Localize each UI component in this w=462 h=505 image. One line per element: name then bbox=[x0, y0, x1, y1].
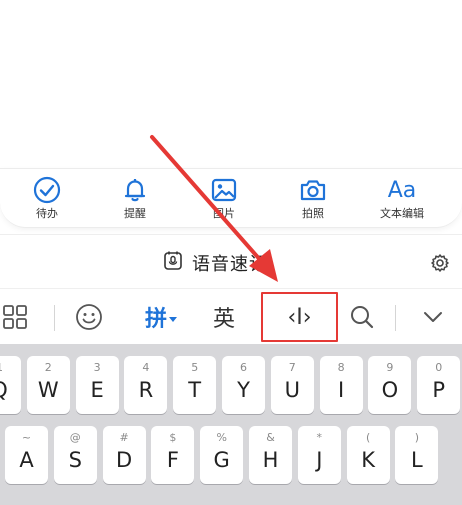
key-hint: # bbox=[119, 431, 129, 444]
key-label: W bbox=[37, 378, 59, 402]
key-label: H bbox=[262, 448, 279, 472]
divider bbox=[0, 234, 462, 235]
key-hint: 5 bbox=[191, 361, 199, 374]
reminder-label: 提醒 bbox=[124, 207, 146, 220]
english-label: 英 bbox=[212, 307, 235, 332]
key-label: K bbox=[361, 448, 375, 472]
key-label: G bbox=[213, 448, 230, 472]
key-s[interactable]: @ S bbox=[53, 426, 97, 484]
key-hint: ) bbox=[414, 431, 420, 444]
key-label: L bbox=[411, 448, 423, 472]
gear-icon[interactable] bbox=[430, 253, 450, 277]
key-d[interactable]: # D bbox=[102, 426, 146, 484]
image-label: 图片 bbox=[213, 207, 235, 220]
text-edit-label: 文本编辑 bbox=[380, 207, 424, 220]
key-hint: 6 bbox=[240, 361, 247, 374]
key-hint: 8 bbox=[337, 361, 345, 374]
keyboard: 1Q2W3E4R5T6Y7U8I9O0P ~A@S#D$F%G&H*J(K)L bbox=[0, 344, 462, 505]
key-label: J bbox=[316, 448, 323, 472]
english-button[interactable]: 英 bbox=[202, 289, 246, 345]
key-label: F bbox=[166, 448, 179, 472]
bell-icon bbox=[95, 175, 175, 205]
key-hint: 7 bbox=[288, 361, 296, 374]
camera-icon bbox=[273, 175, 353, 205]
key-e[interactable]: 3E bbox=[75, 356, 119, 414]
key-w[interactable]: 2W bbox=[26, 356, 70, 414]
key-g[interactable]: % G bbox=[200, 426, 244, 484]
key-q[interactable]: 1Q bbox=[0, 356, 21, 414]
key-hint: 9 bbox=[386, 361, 394, 374]
voice-note-bar[interactable]: 语音速记 bbox=[0, 240, 462, 286]
key-o[interactable]: 9O bbox=[368, 356, 412, 414]
pinyin-button[interactable]: 拼 bbox=[138, 289, 184, 345]
camera-label: 拍照 bbox=[302, 207, 324, 220]
todo-button[interactable]: 待办 bbox=[7, 175, 87, 221]
key-label: Y bbox=[237, 378, 250, 402]
key-y[interactable]: 6Y bbox=[222, 356, 265, 414]
camera-button[interactable]: 拍照 bbox=[273, 175, 353, 221]
key-hint: % bbox=[216, 431, 227, 444]
highlight-box bbox=[261, 292, 338, 342]
key-hint: 2 bbox=[44, 361, 52, 374]
image-button[interactable]: 图片 bbox=[184, 175, 264, 221]
todo-label: 待办 bbox=[36, 207, 58, 220]
key-hint: * bbox=[316, 431, 323, 444]
key-label: U bbox=[284, 378, 300, 402]
key-r[interactable]: 4R bbox=[124, 356, 168, 414]
key-i[interactable]: 8I bbox=[319, 356, 363, 414]
key-label: Q bbox=[0, 378, 21, 402]
key-hint: @ bbox=[69, 431, 81, 444]
note-toolbar: 待办 提醒 图片 拍照 Aa 文本编辑 bbox=[0, 168, 462, 228]
text-format-glyph: Aa bbox=[387, 177, 417, 203]
key-u[interactable]: 7U bbox=[270, 356, 314, 414]
note-content-area[interactable] bbox=[0, 0, 462, 168]
key-hint: 3 bbox=[93, 361, 101, 374]
reminder-button[interactable]: 提醒 bbox=[95, 175, 175, 221]
collapse-keyboard-icon[interactable] bbox=[418, 289, 448, 345]
key-label: T bbox=[188, 378, 202, 402]
text-edit-button[interactable]: Aa 文本编辑 bbox=[362, 175, 442, 221]
key-label: I bbox=[337, 378, 345, 402]
check-circle-icon bbox=[7, 175, 87, 205]
key-l[interactable]: ) L bbox=[395, 426, 439, 484]
key-label: S bbox=[68, 448, 82, 472]
key-h[interactable]: & H bbox=[249, 426, 292, 484]
toolbar-separator bbox=[395, 305, 396, 331]
key-hint: $ bbox=[169, 431, 177, 444]
pinyin-label: 拼 bbox=[144, 307, 167, 332]
key-j[interactable]: * J bbox=[297, 426, 341, 484]
key-label: R bbox=[138, 378, 154, 402]
key-hint: 1 bbox=[0, 361, 21, 374]
voice-note-label: 语音速记 bbox=[192, 254, 268, 275]
apps-grid-icon[interactable] bbox=[0, 289, 30, 345]
key-hint: & bbox=[266, 431, 275, 444]
key-label: D bbox=[116, 448, 133, 472]
emoji-icon[interactable] bbox=[68, 289, 110, 345]
text-format-icon: Aa bbox=[362, 175, 442, 205]
key-hint: 4 bbox=[142, 361, 150, 374]
microphone-icon bbox=[162, 250, 184, 276]
image-icon bbox=[184, 175, 264, 205]
key-t[interactable]: 5T bbox=[173, 356, 217, 414]
search-icon[interactable] bbox=[342, 289, 382, 345]
key-f[interactable]: $ F bbox=[151, 426, 195, 484]
key-label: P bbox=[432, 378, 446, 402]
key-p[interactable]: 0P bbox=[417, 356, 461, 414]
keyboard-toolbar: 拼 英 ‹I› bbox=[0, 288, 462, 345]
chevron-down-icon bbox=[169, 308, 177, 327]
key-hint: ( bbox=[365, 431, 371, 444]
voice-note-button[interactable]: 语音速记 bbox=[162, 250, 268, 276]
key-label: A bbox=[19, 448, 34, 472]
key-label: O bbox=[381, 378, 399, 402]
key-a[interactable]: ~ A bbox=[5, 426, 48, 484]
key-hint: 0 bbox=[435, 361, 443, 374]
key-label: E bbox=[90, 378, 104, 402]
key-hint: ~ bbox=[21, 431, 32, 444]
toolbar-separator bbox=[54, 305, 55, 331]
key-k[interactable]: (K bbox=[346, 426, 390, 484]
